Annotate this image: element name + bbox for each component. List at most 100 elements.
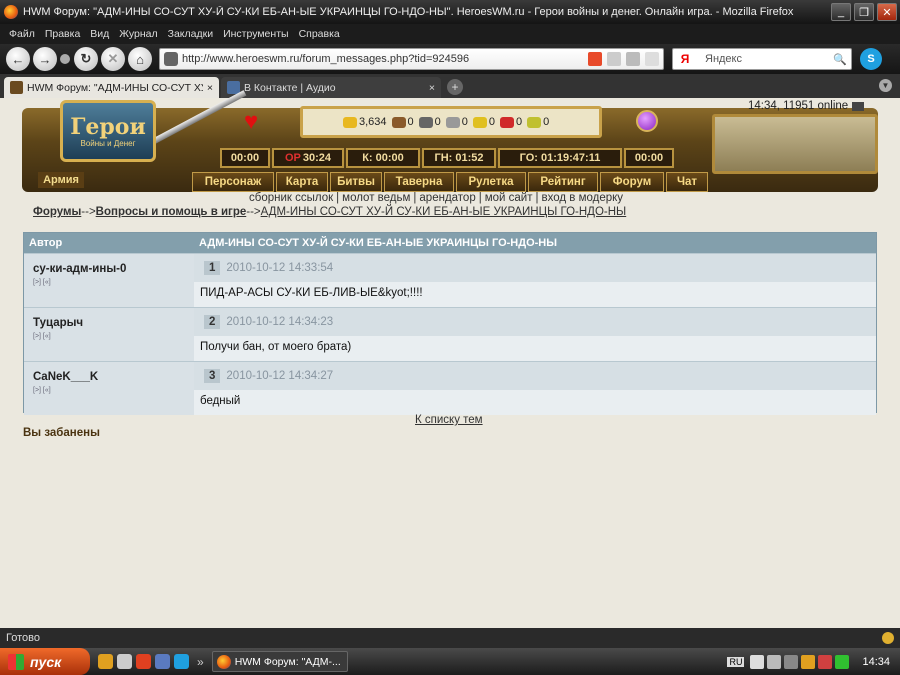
minimize-button[interactable]: _ xyxy=(831,3,851,21)
nav-rating[interactable]: Рейтинг xyxy=(528,172,598,192)
menu-file[interactable]: Файл xyxy=(9,28,35,40)
resource-gems: 0 xyxy=(527,116,549,128)
tab-close-icon[interactable]: × xyxy=(207,82,213,94)
tab-label: В Контакте | Аудио xyxy=(244,81,336,94)
game-nav: Персонаж Карта Битвы Таверна Рулетка Рей… xyxy=(192,172,708,192)
addon-heart-icon[interactable] xyxy=(607,52,621,66)
link-tenant[interactable]: арендатор xyxy=(419,192,475,204)
nav-tavern[interactable]: Таверна xyxy=(384,172,454,192)
nav-chat[interactable]: Чат xyxy=(666,172,708,192)
post-number[interactable]: 2 xyxy=(204,315,221,329)
back-arrow-icon[interactable]: ← xyxy=(6,47,30,71)
help-icon[interactable] xyxy=(750,654,765,669)
home-icon[interactable]: ⌂ xyxy=(128,47,152,71)
post-number[interactable]: 3 xyxy=(204,369,221,383)
tab-list-icon[interactable]: ▼ xyxy=(879,79,892,92)
search-magnifier-icon[interactable]: 🔍 xyxy=(833,53,847,66)
menu-bookmarks[interactable]: Закладки xyxy=(168,28,213,40)
tray-app-icon[interactable] xyxy=(767,654,782,669)
link-witch-hammer[interactable]: молот ведьм xyxy=(342,192,410,204)
menu-edit[interactable]: Правка xyxy=(45,28,80,40)
link-moderation[interactable]: вход в модерку xyxy=(542,192,624,204)
post-body: 1 2010-10-12 14:33:54 ПИД-АР-АСЫ СУ-КИ ЕБ… xyxy=(194,253,876,307)
menu-tools[interactable]: Инструменты xyxy=(223,28,288,40)
resource-crystal: 0 xyxy=(500,116,522,128)
bookmark-star-icon[interactable] xyxy=(645,52,659,66)
search-box[interactable]: Я Яндекс 🔍 xyxy=(672,48,852,70)
nav-character[interactable]: Персонаж xyxy=(192,172,274,192)
maximize-button[interactable]: ❐ xyxy=(854,3,874,21)
author-name[interactable]: Туцарыч xyxy=(33,317,194,329)
post-meta: 2 2010-10-12 14:34:23 xyxy=(194,308,876,336)
post-number[interactable]: 1 xyxy=(204,261,221,275)
game-header: Герои Войны и Денег ♥ 3,634 0 0 0 0 0 0 … xyxy=(22,90,878,194)
tray-app-icon[interactable] xyxy=(784,654,799,669)
nav-map[interactable]: Карта xyxy=(276,172,328,192)
addon-plus-icon[interactable] xyxy=(588,52,602,66)
tray-app-icon[interactable] xyxy=(818,654,833,669)
skype-icon[interactable]: S xyxy=(860,48,882,70)
history-dropdown-icon[interactable] xyxy=(60,54,70,64)
tray-app-icon[interactable] xyxy=(835,654,850,669)
close-button[interactable]: ✕ xyxy=(877,3,897,21)
chevron-right-icon[interactable]: » xyxy=(197,655,204,669)
quicklaunch-app-icon[interactable] xyxy=(98,654,113,669)
new-tab-icon[interactable]: + xyxy=(447,79,463,95)
menu-help[interactable]: Справка xyxy=(299,28,340,40)
tab-bar: HWM Форум: "АДМ-ИНЫ СО-СУТ ХУ-... × В Ко… xyxy=(0,74,900,98)
language-indicator[interactable]: RU xyxy=(727,656,745,667)
start-button[interactable]: пуск xyxy=(0,648,90,675)
taskbar-firefox-window[interactable]: HWM Форум: "АДМ-... xyxy=(211,651,348,672)
tab-vkontakte[interactable]: В Контакте | Аудио × xyxy=(221,77,441,98)
author-name[interactable]: су-ки-адм-ины-0 xyxy=(33,263,194,275)
nav-battles[interactable]: Битвы xyxy=(330,172,382,192)
logo-subtitle: Войны и Денег xyxy=(80,138,136,148)
quicklaunch-opera-icon[interactable] xyxy=(136,654,151,669)
army-button[interactable]: Армия xyxy=(38,172,84,188)
wood-icon xyxy=(391,116,406,128)
nav-roulette[interactable]: Рулетка xyxy=(456,172,526,192)
menu-view[interactable]: Вид xyxy=(90,28,109,40)
post-text: бедный xyxy=(194,390,876,415)
author-links[interactable]: [>] [«] xyxy=(33,387,194,394)
crumb-forums[interactable]: Форумы xyxy=(33,206,81,218)
post-body: 2 2010-10-12 14:34:23 Получи бан, от моег… xyxy=(194,307,876,361)
menu-history[interactable]: Журнал xyxy=(119,28,157,40)
game-logo[interactable]: Герои Войны и Денег xyxy=(60,100,156,162)
firefox-icon xyxy=(216,654,231,669)
reload-icon[interactable]: ↻ xyxy=(74,47,98,71)
stop-icon[interactable]: ✕ xyxy=(101,47,125,71)
quicklaunch-skype-icon[interactable] xyxy=(174,654,189,669)
smiley-icon[interactable] xyxy=(882,632,894,644)
author-links[interactable]: [>] [«] xyxy=(33,279,194,286)
crumb-topic[interactable]: АДМ-ИНЫ СО-СУТ ХУ-Й СУ-КИ ЕБ-АН-ЫЕ УКРАИ… xyxy=(261,206,627,218)
resource-ore: 0 xyxy=(418,116,441,128)
url-bar[interactable]: http://www.heroeswm.ru/forum_messages.ph… xyxy=(159,48,664,70)
tray-app-icon[interactable] xyxy=(801,654,816,669)
back-to-topics-link[interactable]: К списку тем xyxy=(415,414,483,426)
search-placeholder[interactable]: Яндекс xyxy=(705,53,833,65)
forward-arrow-icon[interactable]: → xyxy=(33,47,57,71)
window-title-bar: HWM Форум: "АДМ-ИНЫ СО-СУТ ХУ-Й СУ-КИ ЕБ… xyxy=(0,0,900,24)
quicklaunch-app-icon[interactable] xyxy=(117,654,132,669)
status-bar: Готово xyxy=(0,628,900,648)
post-author-cell: CaNeK___K [>] [«] xyxy=(24,361,194,415)
link-my-site[interactable]: мой сайт xyxy=(485,192,533,204)
author-name[interactable]: CaNeK___K xyxy=(33,371,194,383)
tab-hwm-forum[interactable]: HWM Форум: "АДМ-ИНЫ СО-СУТ ХУ-... × xyxy=(4,77,219,98)
navigation-toolbar: ← → ↻ ✕ ⌂ http://www.heroeswm.ru/forum_m… xyxy=(0,44,900,74)
url-text[interactable]: http://www.heroeswm.ru/forum_messages.ph… xyxy=(182,53,583,65)
window-title: HWM Форум: "АДМ-ИНЫ СО-СУТ ХУ-Й СУ-КИ ЕБ… xyxy=(23,6,794,18)
translate-icon[interactable] xyxy=(626,52,640,66)
sub-links: сборник ссылок | молот ведьм | арендатор | мой… xyxy=(249,192,624,204)
castle-image[interactable] xyxy=(712,114,878,174)
mail-icon[interactable] xyxy=(852,101,865,111)
tab-close-icon[interactable]: × xyxy=(429,82,435,94)
link-collection[interactable]: сборник ссылок xyxy=(249,192,333,204)
site-identity-icon[interactable] xyxy=(164,52,178,66)
crumb-section[interactable]: Вопросы и помощь в игре xyxy=(96,206,247,218)
nav-forum[interactable]: Форум xyxy=(600,172,664,192)
yandex-icon[interactable]: Я xyxy=(677,51,693,67)
author-links[interactable]: [>] [«] xyxy=(33,333,194,340)
quicklaunch-app-icon[interactable] xyxy=(155,654,170,669)
